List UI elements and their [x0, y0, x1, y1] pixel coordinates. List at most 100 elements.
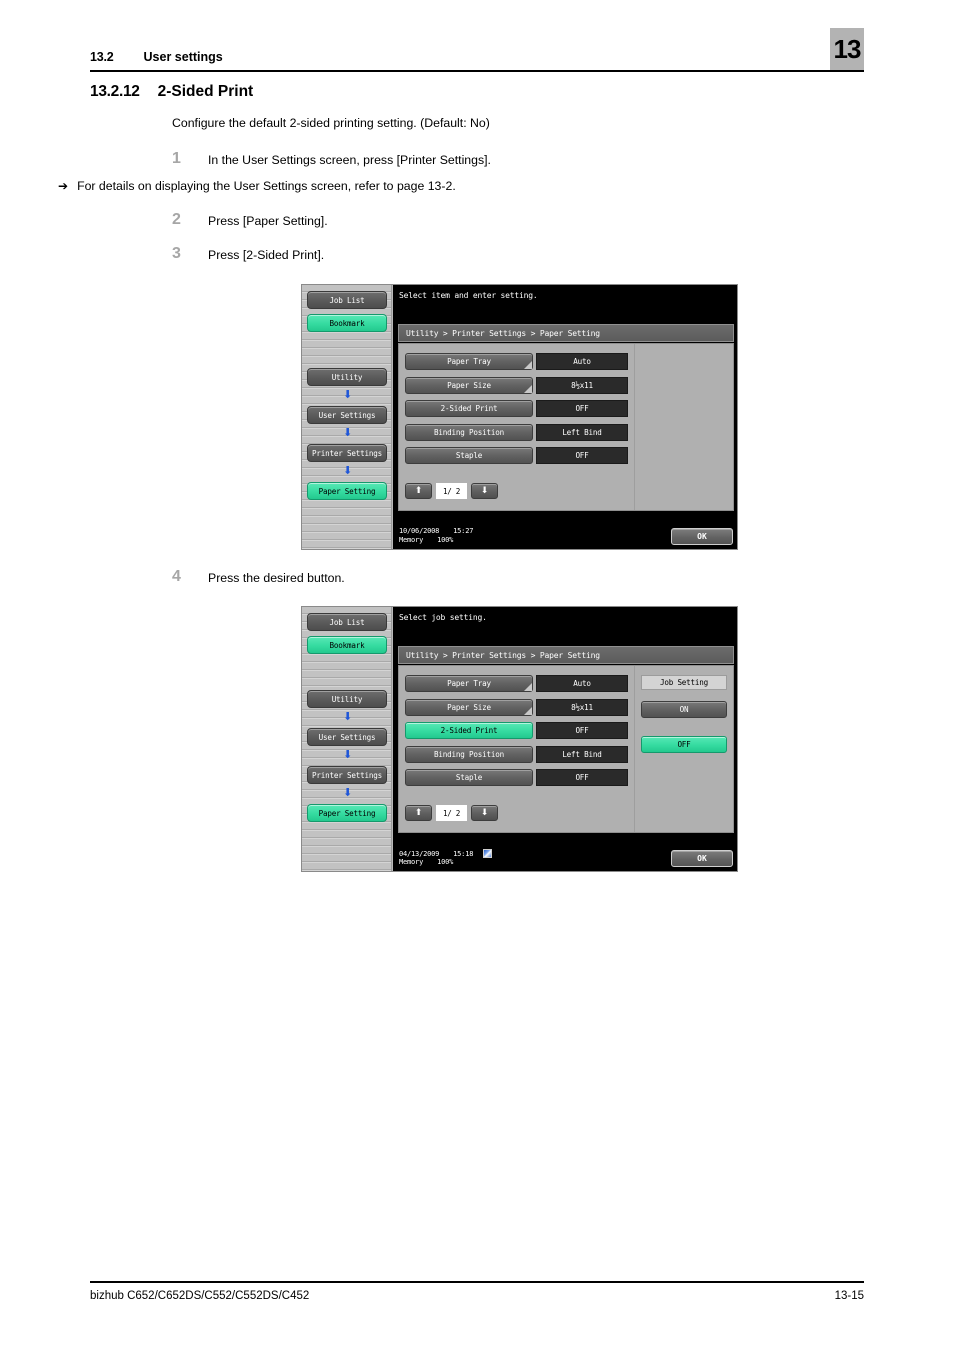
screen1-nav-bookmark-label: Bookmark	[329, 318, 365, 328]
screen1-row-paper-size: Paper Size 8½x11	[405, 376, 628, 394]
running-head-section-number: 13.2	[90, 50, 114, 64]
screen2-status-line-1: 04/13/2009 15:18	[399, 849, 493, 858]
screen2-nav-utility-label: Utility	[331, 694, 363, 704]
screen2-job-setting-on-button[interactable]: ON	[641, 701, 727, 718]
screen2-nav-paper-setting[interactable]: Paper Setting	[307, 804, 387, 822]
running-head: 13.2 User settings	[90, 38, 864, 64]
screen2-value-staple: OFF	[536, 769, 628, 786]
screen2-label-binding-position: Binding Position	[434, 749, 504, 759]
screen1-page-down-glyph: ⬇	[480, 485, 489, 496]
screen1-button-paper-tray[interactable]: Paper Tray	[405, 353, 533, 370]
screen1-sidebar: Job List Bookmark Utility ⬇ User Setting…	[302, 285, 392, 549]
screen2-row-2-sided-print: 2-Sided Print OFF	[405, 722, 628, 739]
screen2-value-paper-size: 8½x11	[536, 698, 628, 716]
screen1-button-staple[interactable]: Staple	[405, 447, 533, 464]
screen2-status-memory-value: 100%	[437, 858, 454, 866]
screen2-breadcrumb: Utility > Printer Settings > Paper Setti…	[398, 646, 734, 664]
screen2-label-paper-size: Paper Size	[447, 702, 491, 712]
network-status-icon	[483, 849, 493, 858]
screen1-breadcrumb-text: Utility > Printer Settings > Paper Setti…	[406, 328, 600, 338]
screen1-value-binding-position: Left Bind	[536, 423, 628, 441]
screen2-nav-utility[interactable]: Utility	[307, 690, 387, 708]
section-heading: 2-Sided Print	[157, 83, 254, 100]
step-3-number: 3	[172, 245, 181, 262]
screen2-label-2-sided-print: 2-Sided Print	[440, 726, 498, 735]
screen2-value-2-sided-print: OFF	[536, 722, 628, 739]
screen1-nav-printer-settings[interactable]: Printer Settings	[307, 444, 387, 462]
screen2-page-up-icon[interactable]: ⬆	[405, 805, 432, 821]
step-2-text: Press [Paper Setting].	[208, 214, 328, 228]
section-number: 13.2.12	[90, 83, 140, 100]
screen2-nav-printer-settings-label: Printer Settings	[312, 770, 382, 780]
screen2-status-memory-label: Memory	[399, 858, 424, 866]
arrow-right-icon: ➔	[58, 179, 69, 193]
screen1-row-binding-position: Binding Position Left Bind	[405, 423, 628, 441]
screen1-status-time: 15:27	[453, 527, 474, 535]
screen1-status-memory-label: Memory	[399, 536, 424, 544]
screen1-ok-button[interactable]: OK	[671, 528, 733, 545]
screen1-label-staple: Staple	[455, 451, 483, 460]
screen2-label-staple: Staple	[455, 773, 483, 782]
screen1-side-panel	[635, 344, 733, 510]
chapter-badge-number: 13	[833, 34, 862, 64]
screen2-label-paper-tray: Paper Tray	[447, 679, 491, 688]
footer-row: bizhub C652/C652DS/C552/C552DS/C452 13-1…	[90, 1290, 864, 1302]
screen1-nav-job-list[interactable]: Job List	[307, 291, 387, 309]
screen2-page-down-icon[interactable]: ⬇	[471, 805, 498, 821]
screen2-ok-button[interactable]: OK	[671, 850, 733, 867]
screen1-status-line-2: Memory 100%	[399, 536, 453, 544]
screen2-status-line-2: Memory 100%	[399, 858, 453, 866]
screen1-nav-paper-setting-label: Paper Setting	[318, 486, 376, 496]
step-1-text: In the User Settings screen, press [Prin…	[208, 153, 491, 167]
screen1-page-up-icon[interactable]: ⬆	[405, 483, 432, 499]
screen1-label-binding-position: Binding Position	[434, 427, 504, 437]
header-rule	[90, 70, 864, 73]
screen1-value-paper-size: 8½x11	[536, 376, 628, 394]
screen1-label-paper-tray: Paper Tray	[447, 357, 491, 366]
screen1-button-paper-size[interactable]: Paper Size	[405, 376, 533, 394]
screen1-nav-paper-setting[interactable]: Paper Setting	[307, 482, 387, 500]
screen2-ok-label: OK	[697, 854, 707, 863]
screen2-status-bar: 04/13/2009 15:18 Memory 100% OK	[393, 845, 737, 871]
screen1-nav-arrow-down-icon-2: ⬇	[343, 426, 353, 439]
screen2-button-2-sided-print[interactable]: 2-Sided Print	[405, 722, 533, 739]
screen1-page-down-icon[interactable]: ⬇	[471, 483, 498, 499]
screen1-nav-user-settings-label: User Settings	[318, 410, 376, 420]
footer-rule	[90, 1281, 864, 1284]
screen2-button-paper-tray[interactable]: Paper Tray	[405, 675, 533, 692]
screen2-row-paper-tray: Paper Tray Auto	[405, 675, 628, 692]
screen1-prompt: Select item and enter setting.	[399, 291, 538, 300]
screen1-button-binding-position[interactable]: Binding Position	[405, 423, 533, 441]
screen2-settings-list: Paper Tray Auto Paper Size 8½x11 2-Sided…	[399, 666, 635, 832]
screen1-row-paper-tray: Paper Tray Auto	[405, 353, 628, 370]
screen2-button-paper-size[interactable]: Paper Size	[405, 698, 533, 716]
screen2-nav-bookmark[interactable]: Bookmark	[307, 636, 387, 654]
screen2-button-staple[interactable]: Staple	[405, 769, 533, 786]
screen2-value-binding-position: Left Bind	[536, 745, 628, 763]
screen1-status-memory-value: 100%	[437, 536, 454, 544]
screen2-job-setting-title: Job Setting	[641, 675, 727, 690]
screen1-nav-job-list-label: Job List	[329, 295, 365, 305]
screen1-button-2-sided-print[interactable]: 2-Sided Print	[405, 400, 533, 417]
screen2-main: Select job setting. Utility > Printer Se…	[393, 607, 737, 871]
screen1-nav-arrow-down-icon-3: ⬇	[343, 464, 353, 477]
screen1-status-line-1: 10/06/2008 15:27	[399, 527, 473, 535]
step-2-number: 2	[172, 211, 181, 228]
screen2-nav-job-list[interactable]: Job List	[307, 613, 387, 631]
screen1-row-2-sided-print: 2-Sided Print OFF	[405, 400, 628, 417]
screen1-label-2-sided-print: 2-Sided Print	[440, 404, 498, 413]
screen2-nav-user-settings[interactable]: User Settings	[307, 728, 387, 746]
screen1-nav-utility[interactable]: Utility	[307, 368, 387, 386]
screen2-pager: ⬆ 1/ 2 ⬇	[405, 805, 498, 821]
screen1-nav-user-settings[interactable]: User Settings	[307, 406, 387, 424]
screen1-nav-arrow-down-icon-1: ⬇	[343, 388, 353, 401]
screen2-nav-printer-settings[interactable]: Printer Settings	[307, 766, 387, 784]
screen1-nav-bookmark[interactable]: Bookmark	[307, 314, 387, 332]
screen2-button-binding-position[interactable]: Binding Position	[405, 745, 533, 763]
screen1-nav-printer-settings-label: Printer Settings	[312, 448, 382, 458]
screen2-sidebar: Job List Bookmark Utility ⬇ User Setting…	[302, 607, 392, 871]
screen2-nav-job-list-label: Job List	[329, 617, 365, 627]
screen2-job-setting-off-button[interactable]: OFF	[641, 736, 727, 753]
screen2-job-setting-off-label: OFF	[677, 740, 691, 749]
screen2-job-setting-on-label: ON	[679, 705, 689, 714]
